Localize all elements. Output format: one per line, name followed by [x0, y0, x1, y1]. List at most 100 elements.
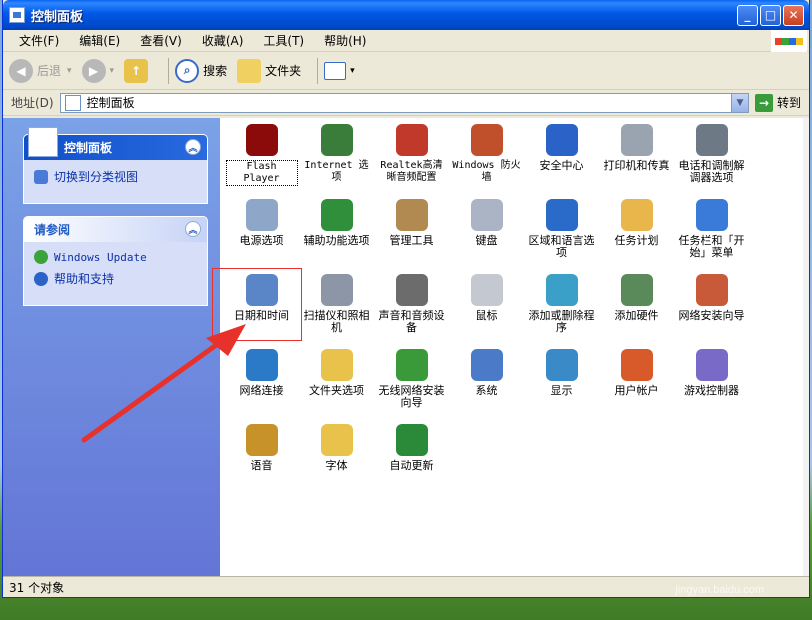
control-panel-panel-header[interactable]: 控制面板 ︽: [24, 126, 207, 160]
shield-icon: [545, 124, 578, 156]
maximize-button[interactable]: □: [760, 4, 781, 26]
go-arrow-icon: →: [754, 93, 773, 112]
title-bar[interactable]: 控制面板 _ □ ✕: [3, 0, 809, 30]
control-panel-item[interactable]: Flash Player: [224, 122, 299, 197]
item-label: Flash Player: [225, 160, 298, 186]
go-button[interactable]: → 转到: [754, 93, 801, 112]
menu-file[interactable]: 文件(F): [9, 32, 69, 49]
watermark-text: Bai 经验: [695, 534, 772, 556]
forward-button[interactable]: ▶ ▾: [81, 58, 115, 83]
see-also-panel-header[interactable]: 请参阅 ︽: [24, 217, 207, 242]
hardware-icon: [620, 274, 653, 306]
item-label: 自动更新: [389, 459, 434, 472]
control-panel-item[interactable]: 显示: [524, 347, 599, 422]
up-folder-icon: ↑: [124, 58, 149, 83]
fonts-icon: [320, 424, 353, 456]
control-panel-item[interactable]: 键盘: [449, 197, 524, 272]
menu-bar: 文件(F) 编辑(E) 查看(V) 收藏(A) 工具(T) 帮助(H): [3, 30, 809, 52]
control-panel-item[interactable]: 辅助功能选项: [299, 197, 374, 272]
control-panel-item[interactable]: 鼠标: [449, 272, 524, 347]
minimize-button[interactable]: _: [737, 4, 758, 26]
control-panel-item[interactable]: 电话和调制解调器选项: [674, 122, 749, 197]
control-panel-item[interactable]: 添加硬件: [599, 272, 674, 347]
control-panel-item[interactable]: 声音和音频设备: [374, 272, 449, 347]
control-panel-icon: [9, 7, 25, 23]
item-label: 辅助功能选项: [303, 234, 370, 247]
go-label: 转到: [776, 96, 801, 110]
control-panel-item[interactable]: 无线网络安装向导: [374, 347, 449, 422]
control-panel-items: Flash Player Internet 选项 Realtek高清晰音频配置 Win…: [224, 122, 749, 497]
switch-to-category-view-link[interactable]: 切换到分类视图: [34, 168, 197, 185]
back-button[interactable]: ◀ 后退 ▾: [9, 58, 72, 83]
item-label: 添加或删除程序: [528, 309, 595, 334]
scanner-icon: [320, 274, 353, 306]
display-icon: [545, 349, 578, 381]
control-panel-item[interactable]: 扫描仪和照相机: [299, 272, 374, 347]
control-panel-item[interactable]: 安全中心: [524, 122, 599, 197]
scrollbar[interactable]: [803, 118, 809, 576]
control-panel-item[interactable]: Internet 选项: [299, 122, 374, 197]
item-label: 显示: [550, 384, 573, 397]
folder-icon: [237, 58, 262, 83]
menu-tools[interactable]: 工具(T): [253, 32, 314, 49]
printer-icon: [620, 124, 653, 156]
control-panel-item[interactable]: Realtek高清晰音频配置: [374, 122, 449, 197]
control-panel-item[interactable]: Windows 防火墙: [449, 122, 524, 197]
address-field[interactable]: 控制面板 ▼: [59, 92, 749, 113]
control-panel-item[interactable]: 用户帐户: [599, 347, 674, 422]
watermark-url: jingyan.baidu.com: [675, 584, 764, 596]
views-button[interactable]: ▾: [324, 61, 355, 80]
windows-update-icon: [395, 424, 428, 456]
control-panel-item[interactable]: 任务栏和「开始」菜单: [674, 197, 749, 272]
collapse-icon[interactable]: ︽: [185, 139, 201, 155]
control-panel-panel-title: 控制面板: [64, 141, 113, 155]
item-label: Internet 选项: [304, 160, 369, 183]
firewall-icon: [470, 124, 503, 156]
category-view-icon: [34, 169, 48, 184]
item-label: 网络安装向导: [678, 309, 745, 322]
see-also-panel: 请参阅 ︽ Windows Update 帮助和支持: [23, 216, 208, 306]
sound-icon: [395, 274, 428, 306]
up-folder-button[interactable]: ↑: [124, 58, 152, 83]
network-wizard-icon: [695, 274, 728, 306]
menu-view[interactable]: 查看(V): [130, 32, 192, 49]
item-label: 声音和音频设备: [378, 309, 445, 334]
control-panel-window: 控制面板 _ □ ✕ 文件(F) 编辑(E) 查看(V) 收藏(A) 工具(T)…: [2, 0, 810, 598]
toolbar: ◀ 后退 ▾ ▶ ▾ ↑ ⌕ 搜索 文件夹 ▾: [3, 52, 809, 90]
control-panel-item[interactable]: 字体: [299, 422, 374, 497]
menu-edit[interactable]: 编辑(E): [69, 32, 130, 49]
close-button[interactable]: ✕: [783, 4, 804, 26]
control-panel-item[interactable]: 任务计划: [599, 197, 674, 272]
forward-dropdown-icon[interactable]: ▾: [110, 66, 115, 76]
control-panel-item[interactable]: 管理工具: [374, 197, 449, 272]
item-label: 扫描仪和照相机: [303, 309, 370, 334]
item-label: 系统: [475, 384, 498, 397]
control-panel-item[interactable]: 添加或删除程序: [524, 272, 599, 347]
item-label: 打印机和传真: [603, 159, 670, 172]
control-panel-item[interactable]: 打印机和传真: [599, 122, 674, 197]
control-panel-item[interactable]: 电源选项: [224, 197, 299, 272]
back-dropdown-icon[interactable]: ▾: [67, 66, 72, 76]
folders-button[interactable]: 文件夹: [237, 58, 301, 83]
item-label: Realtek高清晰音频配置: [380, 160, 443, 183]
control-panel-item[interactable]: 网络安装向导: [674, 272, 749, 347]
address-dropdown-icon[interactable]: ▼: [730, 93, 748, 112]
search-button[interactable]: ⌕ 搜索: [175, 58, 227, 83]
help-and-support-link[interactable]: 帮助和支持: [34, 270, 197, 287]
windows-update-link[interactable]: Windows Update: [34, 250, 197, 264]
collapse-icon[interactable]: ︽: [185, 221, 201, 237]
back-label: 后退: [37, 64, 62, 78]
control-panel-item[interactable]: 游戏控制器: [674, 347, 749, 422]
folder-options-icon: [320, 349, 353, 381]
control-panel-item[interactable]: 文件夹选项: [299, 347, 374, 422]
control-panel-item[interactable]: 自动更新: [374, 422, 449, 497]
control-panel-item[interactable]: 系统: [449, 347, 524, 422]
menu-favorites[interactable]: 收藏(A): [192, 32, 254, 49]
add-remove-icon: [545, 274, 578, 306]
content-area: 控制面板 ︽ 切换到分类视图 请参阅 ︽ Windows Update 帮助和支…: [3, 118, 809, 576]
control-panel-icon: [28, 126, 58, 157]
menu-help[interactable]: 帮助(H): [314, 32, 376, 49]
control-panel-item[interactable]: 区域和语言选项: [524, 197, 599, 272]
internet-options-icon: [320, 124, 353, 156]
item-label: Windows 防火墙: [452, 160, 521, 183]
